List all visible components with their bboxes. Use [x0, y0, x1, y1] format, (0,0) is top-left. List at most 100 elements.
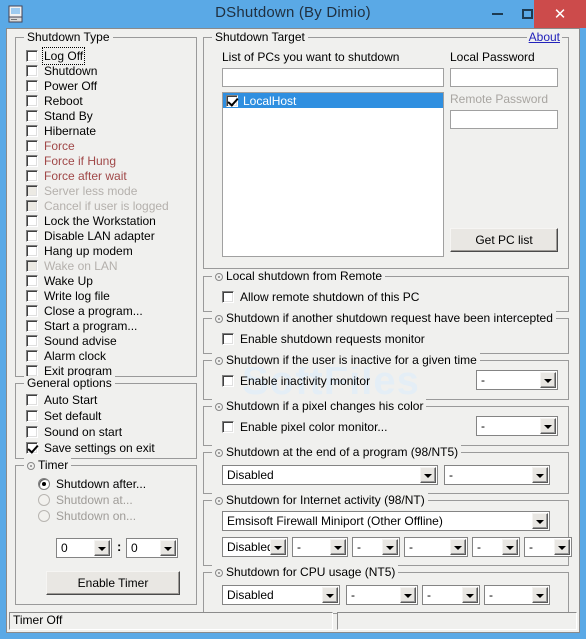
checkbox-icon[interactable]	[226, 94, 238, 107]
intercept-radio-icon[interactable]	[215, 315, 223, 323]
internet-combo-1[interactable]: -	[292, 537, 348, 557]
chevron-down-icon[interactable]	[554, 539, 570, 555]
chevron-down-icon[interactable]	[502, 539, 518, 555]
internet-combo-4[interactable]: -	[472, 537, 520, 557]
end-of-program-second-combo[interactable]: -	[444, 465, 550, 485]
pixel-radio-icon[interactable]	[215, 403, 223, 411]
timer-hours-combo[interactable]: 0	[56, 538, 112, 558]
chevron-down-icon[interactable]	[160, 540, 176, 556]
about-link[interactable]: About	[526, 30, 562, 44]
allow-remote-shutdown-checkbox[interactable]: Allow remote shutdown of this PC	[222, 289, 419, 305]
general-option-item-0[interactable]: Auto Start	[26, 392, 97, 408]
end-of-program-radio-icon[interactable]	[215, 449, 223, 457]
checkbox-icon	[26, 290, 38, 302]
chevron-down-icon[interactable]	[540, 372, 556, 388]
pc-list-item[interactable]: LocalHost	[223, 93, 443, 108]
chevron-down-icon[interactable]	[532, 467, 548, 483]
internet-combo-0[interactable]: Disabled	[222, 537, 288, 557]
chevron-down-icon[interactable]	[322, 587, 338, 603]
inactivity-radio-icon[interactable]	[215, 357, 223, 365]
local-password-input[interactable]	[450, 68, 558, 87]
internet-adapter-combo[interactable]: Emsisoft Firewall Miniport (Other Offlin…	[222, 511, 550, 531]
timer-title-text: Timer	[38, 458, 69, 472]
shutdown-type-item-10[interactable]: Cancel if user is logged	[26, 198, 169, 214]
shutdown-type-item-0[interactable]: Log Off	[26, 47, 86, 65]
shutdown-type-item-3[interactable]: Reboot	[26, 93, 83, 109]
pc-listbox[interactable]: LocalHost	[222, 92, 444, 257]
general-option-item-2[interactable]: Sound on start	[26, 424, 122, 440]
shutdown-type-item-15[interactable]: Wake Up	[26, 273, 93, 289]
shutdown-type-item-14[interactable]: Wake on LAN	[26, 258, 118, 274]
timer-radio-1[interactable]: Shutdown at...	[38, 492, 133, 508]
shutdown-type-item-5[interactable]: Hibernate	[26, 123, 96, 139]
internet-activity-radio-icon[interactable]	[215, 497, 223, 505]
shutdown-type-item-4[interactable]: Stand By	[26, 108, 93, 124]
timer-group-radio-icon[interactable]	[27, 462, 35, 470]
shutdown-type-item-12[interactable]: Disable LAN adapter	[26, 228, 155, 244]
shutdown-requests-monitor-checkbox[interactable]: Enable shutdown requests monitor	[222, 331, 425, 347]
pc-filter-input[interactable]	[222, 68, 444, 87]
status-bar: Timer Off	[9, 612, 577, 630]
pc-list-label: List of PCs you want to shutdown	[222, 50, 400, 64]
timer-radio-2[interactable]: Shutdown on...	[38, 508, 136, 524]
timer-radio-label: Shutdown at...	[56, 493, 133, 507]
cpu-usage-title: Shutdown for CPU usage (NT5)	[212, 565, 399, 579]
shutdown-type-item-6[interactable]: Force	[26, 138, 75, 154]
shutdown-type-item-9[interactable]: Server less mode	[26, 183, 137, 199]
chevron-down-icon[interactable]	[382, 539, 398, 555]
shutdown-type-item-2[interactable]: Power Off	[26, 78, 97, 94]
pixel-title: Shutdown if a pixel changes his color	[212, 399, 427, 413]
chevron-down-icon[interactable]	[270, 539, 286, 555]
shutdown-type-group: Shutdown Type Log Off Shutdown Power Off Re…	[15, 30, 197, 378]
shutdown-type-item-label: Force	[44, 139, 75, 153]
shutdown-type-item-17[interactable]: Close a program...	[26, 303, 143, 319]
shutdown-type-item-8[interactable]: Force after wait	[26, 168, 127, 184]
general-option-item-3[interactable]: Save settings on exit	[26, 440, 155, 456]
shutdown-type-item-19[interactable]: Sound advise	[26, 333, 117, 349]
chevron-down-icon[interactable]	[462, 587, 478, 603]
shutdown-type-item-13[interactable]: Hang up modem	[26, 243, 133, 259]
chevron-down-icon[interactable]	[94, 540, 110, 556]
chevron-down-icon[interactable]	[450, 539, 466, 555]
shutdown-type-item-20[interactable]: Alarm clock	[26, 348, 106, 364]
chevron-down-icon[interactable]	[400, 587, 416, 603]
checkbox-icon	[26, 80, 38, 92]
cpu-combo-1[interactable]: -	[346, 585, 418, 605]
timer-radio-0[interactable]: Shutdown after...	[38, 476, 146, 492]
general-options-title: General options	[24, 376, 115, 390]
get-pc-list-button[interactable]: Get PC list	[450, 228, 558, 252]
checkbox-icon	[26, 230, 38, 242]
end-of-program-main-combo[interactable]: Disabled	[222, 465, 438, 485]
cpu-usage-radio-icon[interactable]	[215, 569, 223, 577]
chevron-down-icon[interactable]	[330, 539, 346, 555]
timer-minutes-combo[interactable]: 0	[126, 538, 178, 558]
chevron-down-icon[interactable]	[540, 418, 556, 434]
pixel-interval-combo[interactable]: -	[476, 416, 558, 436]
cpu-combo-2[interactable]: -	[422, 585, 480, 605]
cpu-combo-3[interactable]: -	[484, 585, 550, 605]
shutdown-type-item-1[interactable]: Shutdown	[26, 63, 97, 79]
shutdown-type-item-18[interactable]: Start a program...	[26, 318, 137, 334]
shutdown-type-item-11[interactable]: Lock the Workstation	[26, 213, 156, 229]
remote-password-input[interactable]	[450, 110, 558, 129]
chevron-down-icon[interactable]	[532, 513, 548, 529]
cpu-combo-value: -	[351, 588, 355, 602]
general-option-item-1[interactable]: Set default	[26, 408, 101, 424]
enable-timer-button[interactable]: Enable Timer	[46, 571, 180, 595]
client-area: SoftFiles Shutdown Type Log Off Shutdown P…	[6, 28, 580, 633]
close-button[interactable]: ✕	[534, 0, 586, 28]
inactivity-time-combo[interactable]: -	[476, 370, 558, 390]
cpu-combo-0[interactable]: Disabled	[222, 585, 340, 605]
local-remote-radio-icon[interactable]	[215, 273, 223, 281]
internet-combo-5[interactable]: -	[524, 537, 572, 557]
shutdown-type-item-16[interactable]: Write log file	[26, 288, 110, 304]
shutdown-type-item-7[interactable]: Force if Hung	[26, 153, 116, 169]
pixel-color-monitor-checkbox[interactable]: Enable pixel color monitor...	[222, 419, 387, 435]
inactivity-monitor-checkbox[interactable]: Enable inactivity monitor	[222, 373, 370, 389]
internet-combo-2[interactable]: -	[352, 537, 400, 557]
chevron-down-icon[interactable]	[532, 587, 548, 603]
general-option-item-label: Auto Start	[44, 393, 98, 407]
chevron-down-icon[interactable]	[420, 467, 436, 483]
internet-combo-3[interactable]: -	[404, 537, 468, 557]
checkbox-icon	[26, 350, 38, 362]
